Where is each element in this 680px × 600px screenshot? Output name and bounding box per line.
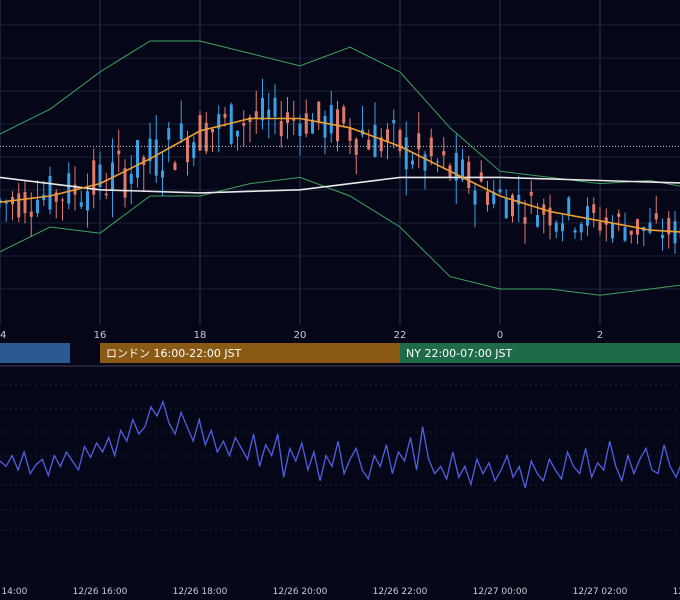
x-tick-label: 16 [94,330,107,341]
candle-body [36,199,39,214]
candle-body [204,122,208,152]
x-tick-label: 22 [394,330,407,341]
candle-body [661,235,664,239]
candle-body [442,151,446,156]
candle-body [117,150,121,155]
candle-body [286,112,289,123]
candle-body [354,138,358,155]
candle-body [523,217,527,224]
candle-body [79,202,83,207]
candle-body [317,101,321,122]
candle-body [342,106,346,124]
candle-body [323,115,327,138]
candle-body [192,142,196,159]
candle-body [329,105,333,134]
bottom-tick-label: 12/26 16:00 [73,587,128,597]
x-tick-label: 20 [294,330,307,341]
candle-body [467,161,471,188]
candle-body [473,190,477,205]
candle-body [86,191,89,211]
candle-body [154,139,158,176]
candle-body [23,192,27,214]
candle-body [498,189,502,193]
candle-body [554,222,558,232]
candle-body [298,123,302,137]
candle-body [348,128,352,141]
bottom-tick-label: 12/26 20:00 [273,587,328,597]
candle-body [186,138,189,163]
x-tick-label: 14 [0,330,6,341]
candle-body [529,191,533,196]
bottom-tick-label: 12/26 14:00 [0,587,28,597]
candle-body [654,213,658,220]
x-tick-label: 18 [194,330,207,341]
candle-body [561,223,564,232]
session-bar: ロンドン 16:00-22:00 JST NY 22:00-07:00 JST [0,343,680,363]
candle-body [436,161,439,163]
candle-body [648,222,652,233]
candle-body [486,191,489,205]
candle-body [261,97,264,121]
candle-body [129,173,133,184]
candle-body [161,170,164,178]
candle-body [242,122,246,126]
candle-body [173,162,177,170]
candle-body [198,115,202,151]
candle-body [386,129,389,143]
candle-body [592,204,596,213]
candle-body [367,139,371,150]
bottom-tick-label: 12/26 22:00 [373,587,428,597]
candle-body [17,193,21,218]
candle-body [579,224,583,233]
candle-body [623,227,627,241]
candle-body [254,111,258,119]
candle-body [67,173,71,204]
candle-body [211,128,214,133]
bottom-tick-label: 12/27 02:00 [573,587,628,597]
candle-body [223,113,227,118]
candle-body [267,109,271,119]
session-tokyo [0,343,70,363]
session-london-label: ロンドン 16:00-22:00 JST [106,347,242,360]
candle-body [629,230,633,235]
candle-body [417,133,421,150]
candle-body [398,129,402,152]
candle-body [586,206,589,226]
candle-body [404,137,408,170]
candle-body [61,199,64,201]
candle-body [454,152,458,181]
candle-body [573,230,577,233]
candle-body [29,211,33,217]
candle-body [617,213,621,217]
candle-body [611,223,614,239]
session-ny-label: NY 22:00-07:00 JST [406,347,513,360]
candle-body [536,215,539,227]
candle-body [423,154,427,171]
candle-body [511,195,514,217]
candle-body [373,124,377,157]
x-tick-label: 0 [497,330,503,341]
candle-body [598,222,602,231]
bottom-tick-label: 12/27 00:00 [473,587,528,597]
candle-body [136,139,139,178]
candle-body [48,175,52,210]
candle-body [392,119,396,124]
candle-body [504,198,508,219]
candle-body [236,130,239,137]
bottom-tick-label: 12/27 04:00 [673,587,680,597]
candle-body [179,123,183,140]
price-chart[interactable]: 14161820220246 ロンドン 16:00-22:00 JSTNY 22… [0,0,680,600]
candle-body [273,97,277,117]
x-tick-label: 2 [597,330,603,341]
candle-body [104,193,108,196]
candle-body [567,197,571,214]
candle-body [517,194,521,205]
candle-body [167,128,171,140]
candle-body [411,160,414,165]
bottom-tick-label: 12/26 18:00 [173,587,228,597]
candle-body [304,113,308,134]
candle-body [279,120,283,137]
